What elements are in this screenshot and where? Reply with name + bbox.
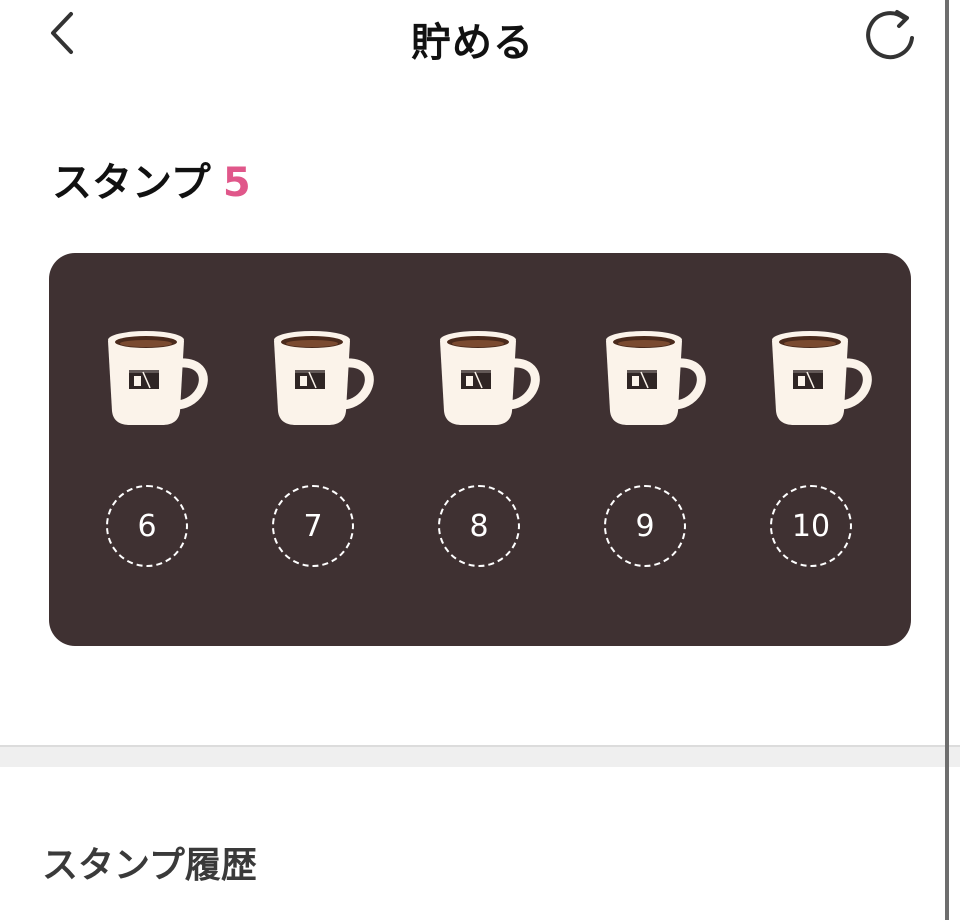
empty-stamp-slot: 9 — [604, 485, 686, 567]
stamp-count-heading: スタンプ 5 — [52, 150, 251, 208]
coffee-cup-icon — [102, 325, 210, 429]
scrollbar[interactable] — [945, 0, 949, 920]
stamp-label: スタンプ — [52, 160, 211, 206]
empty-stamp-slot: 10 — [770, 485, 852, 567]
coffee-cup-icon — [434, 325, 542, 429]
empty-stamp-slot: 6 — [106, 485, 188, 567]
refresh-button[interactable] — [862, 6, 920, 64]
page-title: 貯める — [411, 20, 534, 66]
empty-stamp-slot: 8 — [438, 485, 520, 567]
stamp-card: 6 7 8 9 10 — [49, 253, 911, 646]
section-divider — [0, 745, 960, 767]
coffee-cup-icon — [766, 325, 874, 429]
coffee-cup-icon — [600, 325, 708, 429]
top-app-bar: 貯める — [0, 0, 945, 72]
empty-stamp-slot: 7 — [272, 485, 354, 567]
stamp-history-heading: スタンプ履歴 — [42, 845, 257, 886]
coffee-cup-icon — [268, 325, 376, 429]
refresh-icon — [866, 10, 914, 60]
stamp-count: 5 — [222, 160, 251, 206]
